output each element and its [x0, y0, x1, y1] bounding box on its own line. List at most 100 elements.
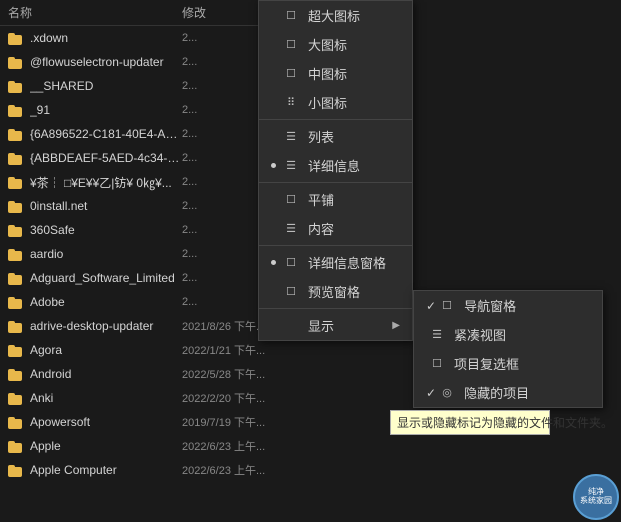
file-item[interactable]: Adobe2... — [0, 290, 260, 314]
submenu-item-nav-pane[interactable]: ✓☐导航窗格 — [414, 291, 602, 320]
file-date: 2022/5/28 下午... — [182, 366, 252, 382]
menu-icon-details-pane: ☐ — [282, 254, 300, 272]
submenu-label-item-checkbox: 项目复选框 — [454, 354, 590, 373]
tooltip-text: 显示或隐藏标记为隐藏的文件和文件夹。 — [397, 416, 613, 430]
menu-label-list: 列表 — [308, 127, 400, 146]
submenu-icon-item-checkbox: ☐ — [428, 355, 446, 373]
folder-icon — [8, 246, 24, 262]
submenu-label-compact-view: 紧凑视图 — [454, 325, 590, 344]
watermark: 纯净系统家园 — [573, 474, 619, 520]
menu-item-large-icon[interactable]: ☐大图标 — [259, 30, 412, 59]
folder-icon — [8, 366, 24, 382]
menu-separator — [259, 182, 412, 183]
file-item[interactable]: Adguard_Software_Limited2... — [0, 266, 260, 290]
file-name: Agora — [30, 343, 182, 357]
file-item[interactable]: 360Safe2... — [0, 218, 260, 242]
folder-icon — [8, 222, 24, 238]
file-date: 2... — [182, 176, 252, 188]
file-item[interactable]: Apple Computer2022/6/23 上午... — [0, 458, 260, 482]
folder-icon — [8, 462, 24, 478]
folder-icon — [8, 270, 24, 286]
active-dot-icon — [271, 260, 276, 265]
file-date: 2... — [182, 80, 252, 92]
file-item[interactable]: __SHARED2... — [0, 74, 260, 98]
folder-icon — [8, 126, 24, 142]
menu-icon-extra-large-icon: ☐ — [282, 7, 300, 25]
file-item[interactable]: Android2022/5/28 下午... — [0, 362, 260, 386]
menu-item-tiles[interactable]: ☐平铺 — [259, 185, 412, 214]
context-menu: ☐超大图标☐大图标☐中图标⠿小图标☰列表☰详细信息☐平铺☰内容☐详细信息窗格☐预… — [258, 0, 413, 341]
file-name: __SHARED — [30, 79, 182, 93]
col-name-header: 名称 — [8, 4, 182, 21]
folder-icon — [8, 30, 24, 46]
menu-item-show[interactable]: 显示▶ — [259, 311, 412, 340]
file-item[interactable]: Anki2022/2/20 下午... — [0, 386, 260, 410]
menu-item-medium-icon[interactable]: ☐中图标 — [259, 59, 412, 88]
file-date: 2... — [182, 128, 252, 140]
menu-label-details-pane: 详细信息窗格 — [308, 253, 400, 272]
file-item[interactable]: 0install.net2... — [0, 194, 260, 218]
folder-icon — [8, 414, 24, 430]
file-date: 2019/7/19 下午... — [182, 414, 252, 430]
folder-icon — [8, 342, 24, 358]
file-name: aardio — [30, 247, 182, 261]
submenu-item-compact-view[interactable]: ☰ 紧凑视图 — [414, 320, 602, 349]
file-name: Apple — [30, 439, 182, 453]
submenu-label-nav-pane: 导航窗格 — [464, 296, 590, 315]
submenu-arrow-icon: ▶ — [392, 320, 400, 331]
menu-item-details[interactable]: ☰详细信息 — [259, 151, 412, 180]
menu-item-preview-pane[interactable]: ☐预览窗格 — [259, 277, 412, 306]
menu-label-large-icon: 大图标 — [308, 35, 400, 54]
file-item[interactable]: ¥茶┆ □¥E¥¥乙|钫¥ 0㎏¥...2... — [0, 170, 260, 194]
menu-item-content[interactable]: ☰内容 — [259, 214, 412, 243]
menu-icon-show — [282, 317, 300, 335]
file-item[interactable]: .xdown2... — [0, 26, 260, 50]
folder-icon — [8, 198, 24, 214]
menu-separator — [259, 119, 412, 120]
file-item[interactable]: adrive-desktop-updater2021/8/26 下午... — [0, 314, 260, 338]
file-item[interactable]: {6A896522-C181-40E4-A1C...2... — [0, 122, 260, 146]
file-date: 2... — [182, 104, 252, 116]
folder-icon — [8, 318, 24, 334]
file-item[interactable]: aardio2... — [0, 242, 260, 266]
file-date: 2... — [182, 152, 252, 164]
file-name: Apowersoft — [30, 415, 182, 429]
file-date: 2... — [182, 200, 252, 212]
file-item[interactable]: Apple2022/6/23 上午... — [0, 434, 260, 458]
folder-icon — [8, 102, 24, 118]
menu-icon-small-icon: ⠿ — [282, 94, 300, 112]
file-date: 2... — [182, 296, 252, 308]
file-name: Adguard_Software_Limited — [30, 271, 182, 285]
menu-icon-details: ☰ — [282, 157, 300, 175]
file-item[interactable]: Apowersoft2019/7/19 下午... — [0, 410, 260, 434]
file-name: Anki — [30, 391, 182, 405]
menu-label-tiles: 平铺 — [308, 190, 400, 209]
submenu-item-hidden-items[interactable]: ✓◎隐藏的项目 — [414, 378, 602, 407]
file-item[interactable]: {ABBDEAEF-5AED-4c34-A2...2... — [0, 146, 260, 170]
menu-item-list[interactable]: ☰列表 — [259, 122, 412, 151]
menu-item-small-icon[interactable]: ⠿小图标 — [259, 88, 412, 117]
menu-items-container: ☐超大图标☐大图标☐中图标⠿小图标☰列表☰详细信息☐平铺☰内容☐详细信息窗格☐预… — [259, 1, 412, 340]
file-date: 2022/2/20 下午... — [182, 390, 252, 406]
submenu-item-item-checkbox[interactable]: ☐ 项目复选框 — [414, 349, 602, 378]
file-name: ¥茶┆ □¥E¥¥乙|钫¥ 0㎏¥... — [30, 174, 182, 191]
file-item[interactable]: Agora2022/1/21 下午... — [0, 338, 260, 362]
file-date: 2... — [182, 56, 252, 68]
menu-item-extra-large-icon[interactable]: ☐ 超大图标 — [259, 1, 412, 30]
file-name: Android — [30, 367, 182, 381]
checkmark-icon: ✓ — [426, 299, 436, 313]
file-name: 0install.net — [30, 199, 182, 213]
file-name: Apple Computer — [30, 463, 182, 477]
folder-icon — [8, 294, 24, 310]
menu-item-details-pane[interactable]: ☐ 详细信息窗格 — [259, 248, 412, 277]
file-name: _91 — [30, 103, 182, 117]
menu-label-extra-large-icon: 超大图标 — [308, 6, 400, 25]
file-item[interactable]: @flowuselectron-updater2... — [0, 50, 260, 74]
active-dot-icon — [271, 163, 276, 168]
file-list: 名称 修改 .xdown2...@flowuselectron-updater2… — [0, 0, 260, 522]
folder-icon — [8, 150, 24, 166]
file-item[interactable]: _912... — [0, 98, 260, 122]
file-date: 2022/6/23 上午... — [182, 462, 252, 478]
submenu-icon-compact-view: ☰ — [428, 326, 446, 344]
file-list-header: 名称 修改 — [0, 0, 260, 26]
